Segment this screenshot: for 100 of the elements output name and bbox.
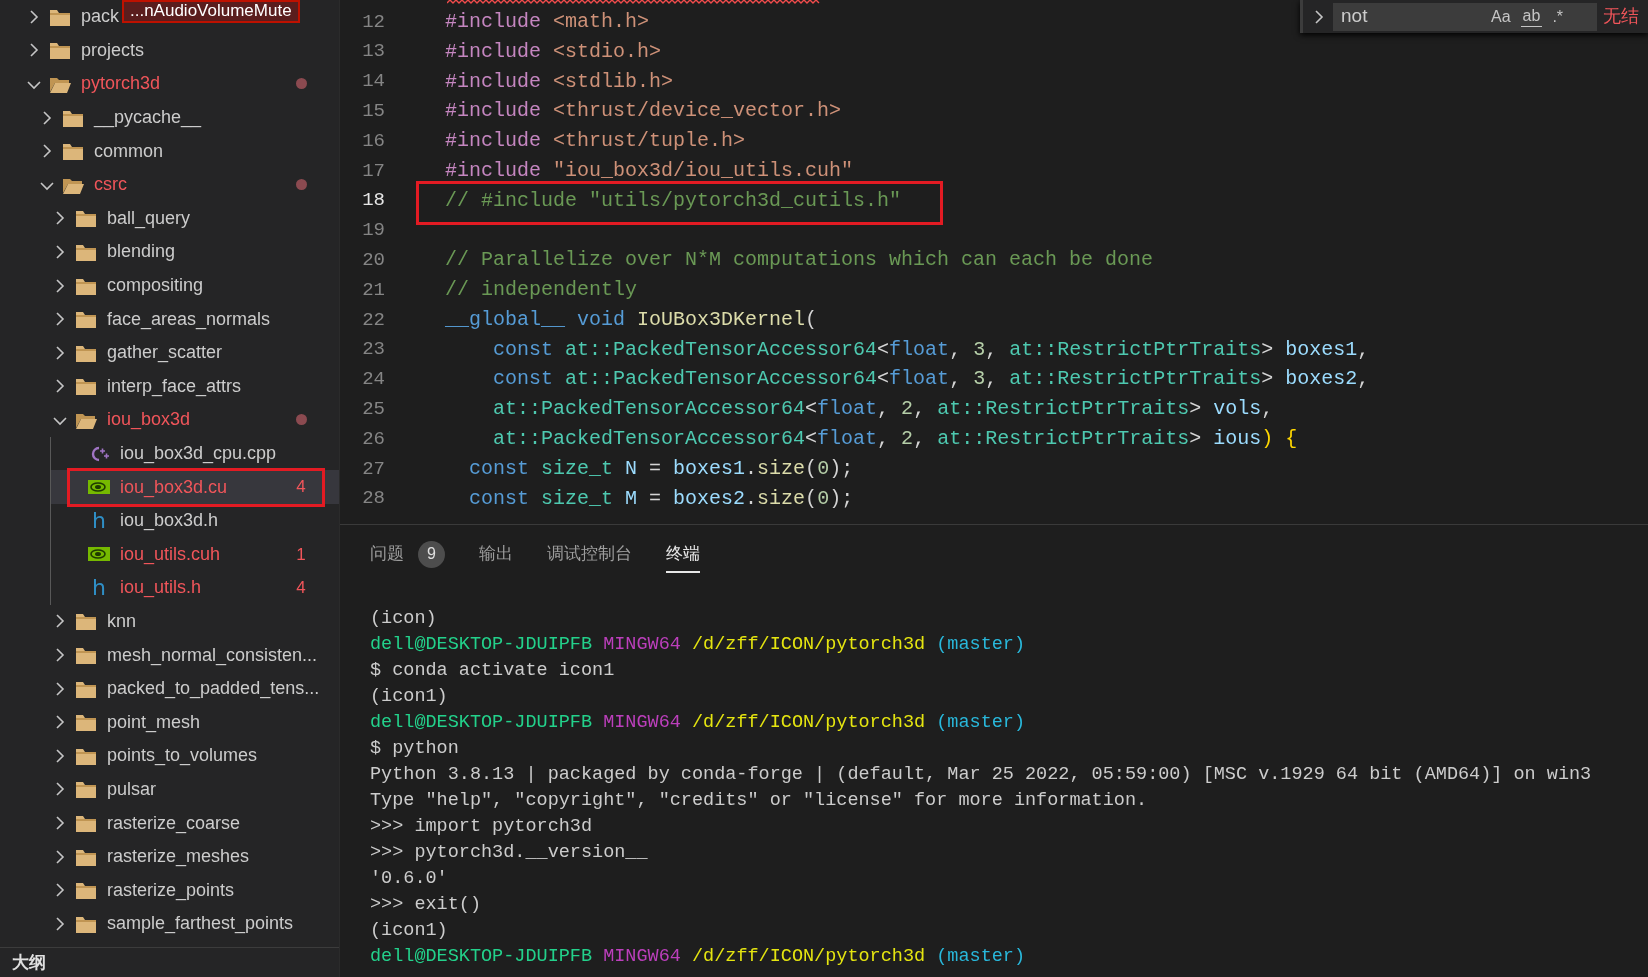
folder-icon [62, 142, 84, 161]
regex-toggle[interactable]: .* [1550, 6, 1566, 27]
tree-item[interactable]: iou_box3d.cu 4 [51, 470, 339, 504]
tree-item[interactable]: mesh_normal_consisten... [0, 638, 339, 672]
folder-icon [75, 847, 97, 866]
header-file-icon: h [92, 509, 106, 532]
prompt-line: dell@DESKTOP-JDUIPFB MINGW64 /d/zff/ICON/pytorch3d (master) [370, 711, 1027, 735]
code-line: #include <thrust/device_vector.h> [445, 99, 842, 123]
tree-item[interactable]: iou_box3d [0, 403, 339, 437]
tree-item[interactable]: csrc [0, 167, 339, 202]
line-number: 14 [361, 69, 386, 95]
tree-item[interactable]: interp_face_attrs [0, 369, 339, 404]
folder-icon [75, 343, 97, 362]
tree-item[interactable]: knn [0, 604, 339, 639]
code-line: const size_t M = boxes2.size(0); [468, 486, 854, 510]
line-number: 16 [361, 128, 386, 154]
section-header[interactable]: 大纲 [12, 949, 46, 976]
tree-item[interactable]: blending [0, 235, 339, 269]
folder-icon [75, 713, 97, 732]
tree-item[interactable]: sample_farthest_points [0, 907, 339, 941]
line-number: 13 [361, 39, 386, 65]
folder-icon [75, 377, 97, 396]
tree-item[interactable]: packed_to_padded_tens... [0, 671, 339, 706]
tree-item[interactable]: pulsar [0, 772, 339, 807]
tree-item[interactable]: h iou_box3d.h [51, 503, 339, 538]
tree-item[interactable]: rasterize_meshes [0, 839, 339, 874]
folder-icon [62, 108, 84, 127]
line-number: 27 [361, 456, 386, 482]
code-line: // Parallelize over N*M computations which can each be done [445, 248, 1154, 272]
panel-tab[interactable]: 问题 9 [370, 536, 445, 574]
tree-item[interactable]: point_mesh [0, 705, 339, 740]
tree-item[interactable]: rasterize_points [0, 873, 339, 908]
tree-item[interactable]: points_to_volumes [0, 739, 339, 773]
count-badge: 9 [418, 540, 445, 568]
tree-item[interactable]: iou_box3d_cpu.cpp [51, 436, 339, 471]
line-number: 22 [361, 307, 386, 333]
terminal-line: $ conda activate icon1 [370, 659, 616, 683]
line-number: 28 [361, 486, 386, 512]
terminal-line: '0.6.0' [370, 867, 449, 891]
folder-icon [75, 209, 97, 228]
line-number: 18 [361, 188, 386, 214]
line-number: 25 [361, 397, 386, 422]
panel-tab[interactable]: 终端 [666, 537, 700, 573]
line-number: 19 [361, 218, 386, 244]
status-dot [295, 414, 307, 426]
code-line: at::PackedTensorAccessor64<float, 2, at::RestrictPtrTraits> ious) { [492, 427, 1298, 451]
code-line: const size_t N = boxes1.size(0); [468, 456, 854, 480]
folder-icon [75, 242, 97, 261]
code-line: #include <math.h> [445, 9, 650, 33]
cuda-file-icon [88, 478, 110, 497]
code-line: // #include "utils/pytorch3d_cutils.h" [445, 188, 902, 212]
code-line: // independently [445, 278, 638, 302]
tree-item[interactable]: projects [0, 33, 339, 68]
folder-icon [75, 914, 97, 933]
folder-icon [75, 679, 97, 698]
line-number: 21 [361, 277, 386, 303]
tree-item[interactable]: gather_scatter [0, 335, 339, 370]
cuda-file-icon [88, 545, 110, 564]
folder-icon [75, 310, 97, 329]
tree-item[interactable]: rasterize_coarse [0, 806, 339, 840]
whole-word-toggle[interactable]: ab [1520, 6, 1543, 27]
status-dot [295, 179, 307, 191]
code-line: const at::PackedTensorAccessor64<float, 3, at::RestrictPtrTraits> boxes1, [492, 337, 1370, 361]
code-line: #include <stdlib.h> [445, 69, 674, 93]
folder-icon [49, 41, 71, 60]
terminal-line: Python 3.8.13 | packaged by conda-forge | (default, Mar 25 2022, 05:59:00) [MSC v.1929 64 bit (AMD64)] on win3 [370, 763, 1593, 787]
terminal-line: Type "help", "copyright", "credits" or "license" for more information. [370, 789, 1149, 813]
match-case-toggle[interactable]: Aa [1489, 6, 1513, 27]
problem-count: 4 [296, 577, 306, 600]
tree-item[interactable]: face_areas_normals [0, 302, 339, 336]
line-number: 20 [361, 248, 386, 273]
folder-icon [49, 7, 71, 26]
problem-count: 1 [296, 543, 306, 566]
terminal-line: >>> import pytorch3d [370, 815, 594, 839]
tree-item[interactable]: __pycache__ [0, 100, 339, 135]
code-line: #include "iou_box3d/iou_utils.cuh" [445, 158, 854, 182]
find-field[interactable]: not Aa ab .* [1333, 2, 1597, 31]
terminal-line: $ python [370, 737, 460, 761]
folder-icon [75, 746, 97, 765]
tree-item[interactable]: iou_utils.cuh 1 [51, 537, 339, 572]
code-line: #include <stdio.h> [445, 39, 662, 63]
prompt-line: dell@DESKTOP-JDUIPFB MINGW64 /d/zff/ICON/pytorch3d (master) [370, 945, 1027, 969]
code-line: #include <thrust/tuple.h> [445, 129, 746, 153]
tree-item[interactable]: common [0, 134, 339, 168]
tooltip: ...nAudioVolumeMute [122, 0, 300, 23]
tree-item[interactable]: pytorch3d [0, 67, 339, 101]
panel-tab[interactable]: 调试控制台 [547, 537, 632, 573]
problem-count: 4 [296, 476, 306, 499]
tree-item[interactable]: h iou_utils.h 4 [51, 571, 339, 605]
terminal-line: (icon1) [370, 919, 449, 943]
panel-tab[interactable]: 输出 [479, 537, 513, 573]
tree-item[interactable]: ball_query [0, 201, 339, 236]
code-line: __global__ void IoUBox3DKernel( [445, 307, 818, 331]
tree-item[interactable]: compositing [0, 268, 339, 303]
line-number: 17 [361, 158, 386, 184]
line-number: 26 [361, 426, 386, 452]
terminal-line: >>> exit() [370, 893, 483, 917]
folder-icon [75, 612, 97, 631]
folder-icon [75, 276, 97, 295]
prompt-line: dell@DESKTOP-JDUIPFB MINGW64 /d/zff/ICON/pytorch3d (master) [370, 633, 1027, 657]
